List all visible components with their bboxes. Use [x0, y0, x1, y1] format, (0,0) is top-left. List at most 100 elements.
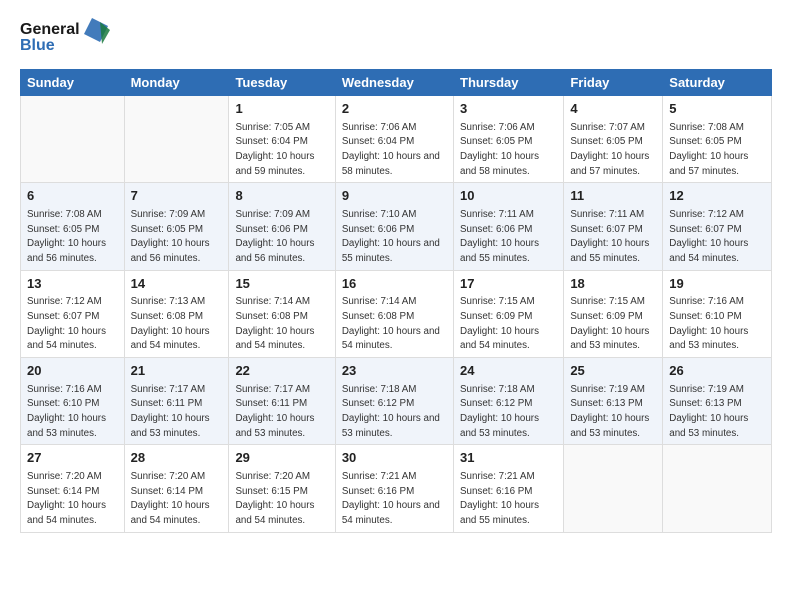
day-number: 5: [669, 100, 765, 118]
day-info: Sunrise: 7:12 AMSunset: 6:07 PMDaylight:…: [27, 296, 106, 351]
day-number: 12: [669, 187, 765, 205]
day-info: Sunrise: 7:20 AMSunset: 6:14 PMDaylight:…: [131, 471, 210, 526]
day-info: Sunrise: 7:15 AMSunset: 6:09 PMDaylight:…: [460, 296, 539, 351]
calendar-cell: 27 Sunrise: 7:20 AMSunset: 6:14 PMDayligh…: [21, 445, 125, 532]
header-day-tuesday: Tuesday: [229, 70, 335, 96]
svg-text:General: General: [20, 21, 80, 38]
calendar-cell: 20 Sunrise: 7:16 AMSunset: 6:10 PMDayligh…: [21, 358, 125, 445]
header-day-sunday: Sunday: [21, 70, 125, 96]
day-number: 30: [342, 449, 447, 467]
day-number: 20: [27, 362, 118, 380]
week-row-2: 6 Sunrise: 7:08 AMSunset: 6:05 PMDaylight…: [21, 183, 772, 270]
calendar-cell: [124, 96, 229, 183]
day-info: Sunrise: 7:11 AMSunset: 6:06 PMDaylight:…: [460, 209, 539, 264]
header-day-saturday: Saturday: [663, 70, 772, 96]
day-info: Sunrise: 7:16 AMSunset: 6:10 PMDaylight:…: [27, 384, 106, 439]
calendar-cell: 5Sunrise: 7:08 AMSunset: 6:05 PMDaylight…: [663, 96, 772, 183]
calendar-cell: [564, 445, 663, 532]
day-info: Sunrise: 7:18 AMSunset: 6:12 PMDaylight:…: [342, 384, 440, 439]
day-number: 31: [460, 449, 557, 467]
calendar-cell: 7 Sunrise: 7:09 AMSunset: 6:05 PMDaylight…: [124, 183, 229, 270]
day-number: 8: [235, 187, 328, 205]
day-info: Sunrise: 7:21 AMSunset: 6:16 PMDaylight:…: [342, 471, 440, 526]
week-row-3: 13 Sunrise: 7:12 AMSunset: 6:07 PMDayligh…: [21, 270, 772, 357]
day-info: Sunrise: 7:21 AMSunset: 6:16 PMDaylight:…: [460, 471, 539, 526]
day-number: 13: [27, 275, 118, 293]
calendar-cell: 8 Sunrise: 7:09 AMSunset: 6:06 PMDaylight…: [229, 183, 335, 270]
day-info: Sunrise: 7:20 AMSunset: 6:14 PMDaylight:…: [27, 471, 106, 526]
calendar-cell: 15 Sunrise: 7:14 AMSunset: 6:08 PMDayligh…: [229, 270, 335, 357]
day-number: 3: [460, 100, 557, 118]
calendar-cell: 1 Sunrise: 7:05 AMSunset: 6:04 PMDaylight…: [229, 96, 335, 183]
day-info: Sunrise: 7:19 AMSunset: 6:13 PMDaylight:…: [570, 384, 649, 439]
day-info: Sunrise: 7:17 AMSunset: 6:11 PMDaylight:…: [131, 384, 210, 439]
calendar-cell: 10Sunrise: 7:11 AMSunset: 6:06 PMDayligh…: [454, 183, 564, 270]
day-number: 28: [131, 449, 223, 467]
day-number: 25: [570, 362, 656, 380]
calendar-cell: 25 Sunrise: 7:19 AMSunset: 6:13 PMDayligh…: [564, 358, 663, 445]
calendar-cell: 16 Sunrise: 7:14 AMSunset: 6:08 PMDayligh…: [335, 270, 453, 357]
calendar-cell: 13 Sunrise: 7:12 AMSunset: 6:07 PMDayligh…: [21, 270, 125, 357]
calendar-cell: [21, 96, 125, 183]
week-row-5: 27 Sunrise: 7:20 AMSunset: 6:14 PMDayligh…: [21, 445, 772, 532]
calendar-cell: 29 Sunrise: 7:20 AMSunset: 6:15 PMDayligh…: [229, 445, 335, 532]
day-info: Sunrise: 7:09 AMSunset: 6:05 PMDaylight:…: [131, 209, 210, 264]
day-number: 16: [342, 275, 447, 293]
day-number: 9: [342, 187, 447, 205]
day-number: 6: [27, 187, 118, 205]
day-number: 27: [27, 449, 118, 467]
day-info: Sunrise: 7:06 AMSunset: 6:04 PMDaylight:…: [342, 122, 440, 177]
day-info: Sunrise: 7:15 AMSunset: 6:09 PMDaylight:…: [570, 296, 649, 351]
day-number: 7: [131, 187, 223, 205]
day-number: 15: [235, 275, 328, 293]
header-day-monday: Monday: [124, 70, 229, 96]
header-day-wednesday: Wednesday: [335, 70, 453, 96]
calendar-page: General Blue SundayMondayTuesdayWednesda…: [0, 0, 792, 612]
day-info: Sunrise: 7:14 AMSunset: 6:08 PMDaylight:…: [342, 296, 440, 351]
calendar-cell: [663, 445, 772, 532]
calendar-cell: 19Sunrise: 7:16 AMSunset: 6:10 PMDayligh…: [663, 270, 772, 357]
day-number: 18: [570, 275, 656, 293]
day-number: 1: [235, 100, 328, 118]
week-row-4: 20 Sunrise: 7:16 AMSunset: 6:10 PMDayligh…: [21, 358, 772, 445]
day-number: 23: [342, 362, 447, 380]
day-info: Sunrise: 7:09 AMSunset: 6:06 PMDaylight:…: [235, 209, 314, 264]
header: General Blue: [20, 16, 772, 61]
calendar-cell: 12 Sunrise: 7:12 AMSunset: 6:07 PMDayligh…: [663, 183, 772, 270]
day-number: 29: [235, 449, 328, 467]
day-number: 26: [669, 362, 765, 380]
day-number: 14: [131, 275, 223, 293]
day-info: Sunrise: 7:05 AMSunset: 6:04 PMDaylight:…: [235, 122, 314, 177]
calendar-cell: 3 Sunrise: 7:06 AMSunset: 6:05 PMDaylight…: [454, 96, 564, 183]
calendar-cell: 28 Sunrise: 7:20 AMSunset: 6:14 PMDayligh…: [124, 445, 229, 532]
svg-text:Blue: Blue: [20, 37, 55, 54]
day-number: 21: [131, 362, 223, 380]
day-info: Sunrise: 7:12 AMSunset: 6:07 PMDaylight:…: [669, 209, 748, 264]
calendar-cell: 17 Sunrise: 7:15 AMSunset: 6:09 PMDayligh…: [454, 270, 564, 357]
calendar-cell: 9Sunrise: 7:10 AMSunset: 6:06 PMDaylight…: [335, 183, 453, 270]
day-info: Sunrise: 7:08 AMSunset: 6:05 PMDaylight:…: [27, 209, 106, 264]
calendar-cell: 4Sunrise: 7:07 AMSunset: 6:05 PMDaylight…: [564, 96, 663, 183]
day-info: Sunrise: 7:14 AMSunset: 6:08 PMDaylight:…: [235, 296, 314, 351]
calendar-cell: 14Sunrise: 7:13 AMSunset: 6:08 PMDayligh…: [124, 270, 229, 357]
calendar-cell: 22Sunrise: 7:17 AMSunset: 6:11 PMDayligh…: [229, 358, 335, 445]
calendar-cell: 21 Sunrise: 7:17 AMSunset: 6:11 PMDayligh…: [124, 358, 229, 445]
day-info: Sunrise: 7:20 AMSunset: 6:15 PMDaylight:…: [235, 471, 314, 526]
calendar-cell: 31 Sunrise: 7:21 AMSunset: 6:16 PMDayligh…: [454, 445, 564, 532]
calendar-cell: 11 Sunrise: 7:11 AMSunset: 6:07 PMDayligh…: [564, 183, 663, 270]
day-info: Sunrise: 7:17 AMSunset: 6:11 PMDaylight:…: [235, 384, 314, 439]
calendar-cell: 2Sunrise: 7:06 AMSunset: 6:04 PMDaylight…: [335, 96, 453, 183]
day-info: Sunrise: 7:16 AMSunset: 6:10 PMDaylight:…: [669, 296, 748, 351]
day-number: 11: [570, 187, 656, 205]
day-number: 17: [460, 275, 557, 293]
day-info: Sunrise: 7:18 AMSunset: 6:12 PMDaylight:…: [460, 384, 539, 439]
calendar-cell: 23 Sunrise: 7:18 AMSunset: 6:12 PMDayligh…: [335, 358, 453, 445]
day-info: Sunrise: 7:11 AMSunset: 6:07 PMDaylight:…: [570, 209, 649, 264]
day-info: Sunrise: 7:19 AMSunset: 6:13 PMDaylight:…: [669, 384, 748, 439]
day-info: Sunrise: 7:07 AMSunset: 6:05 PMDaylight:…: [570, 122, 649, 177]
header-day-thursday: Thursday: [454, 70, 564, 96]
week-row-1: 1 Sunrise: 7:05 AMSunset: 6:04 PMDaylight…: [21, 96, 772, 183]
calendar-cell: 30 Sunrise: 7:21 AMSunset: 6:16 PMDayligh…: [335, 445, 453, 532]
calendar-cell: 24Sunrise: 7:18 AMSunset: 6:12 PMDayligh…: [454, 358, 564, 445]
day-info: Sunrise: 7:06 AMSunset: 6:05 PMDaylight:…: [460, 122, 539, 177]
